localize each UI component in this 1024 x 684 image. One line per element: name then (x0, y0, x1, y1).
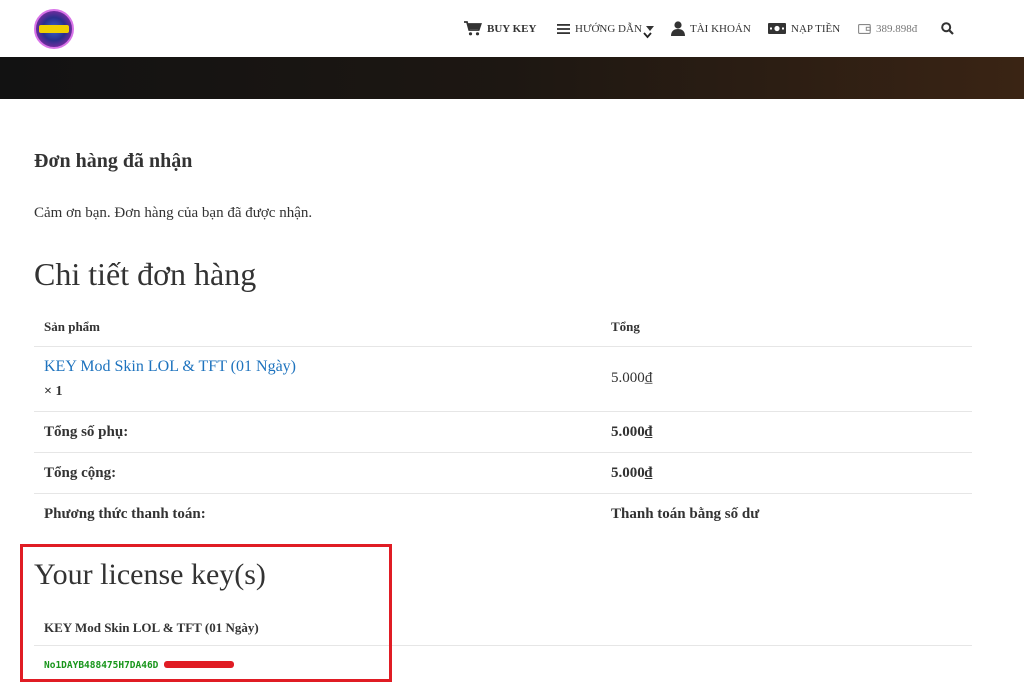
subtotal-row: Tổng số phụ: 5.000₫ (34, 412, 972, 453)
search-icon (941, 22, 954, 35)
order-received-title: Đơn hàng đã nhận (34, 150, 193, 172)
nav-topup[interactable]: NẠP TIỀN (768, 0, 840, 57)
order-details-table: Sản phẩm Tổng KEY Mod Skin LOL & TFT (01… (34, 306, 972, 534)
nav-search[interactable] (941, 0, 954, 57)
cart-icon (464, 21, 482, 36)
nav-topup-label: NẠP TIỀN (791, 22, 841, 35)
payment-method-label: Phương thức thanh toán: (44, 506, 206, 522)
license-highlight-box (20, 544, 392, 682)
payment-method-value: Thanh toán bằng số dư (611, 506, 760, 522)
subtotal-label: Tổng số phụ: (44, 424, 129, 440)
thanks-message: Cảm ơn bạn. Đơn hàng của bạn đã được nhậ… (34, 205, 313, 221)
column-header-total: Tổng (611, 319, 640, 334)
nav-guide-label: HƯỚNG DẪN (575, 22, 642, 35)
user-icon (671, 21, 685, 36)
total-value: 5.000₫ (611, 465, 653, 481)
nav-account[interactable]: TÀI KHOẢN (671, 0, 751, 57)
subtotal-value: 5.000₫ (611, 424, 653, 440)
item-total: 5.000₫ (611, 370, 653, 386)
chevron-down-icon[interactable] (643, 32, 652, 39)
nav-balance[interactable]: 389.898đ (858, 0, 917, 57)
nav-buy-key[interactable]: BUY KEY (464, 0, 536, 57)
total-label: Tổng cộng: (44, 465, 117, 481)
product-quantity: × 1 (44, 384, 63, 399)
wallet-icon (858, 24, 871, 34)
column-header-product: Sản phẩm (44, 319, 100, 334)
money-icon (768, 23, 786, 34)
product-link[interactable]: KEY Mod Skin LOL & TFT (01 Ngày) (44, 358, 296, 376)
payment-method-row: Phương thức thanh toán: Thanh toán bằng … (34, 494, 972, 534)
nav-balance-label: 389.898đ (876, 22, 918, 35)
order-item-row: KEY Mod Skin LOL & TFT (01 Ngày) × 1 5.0… (34, 347, 972, 412)
caret-down-icon (645, 26, 654, 31)
nav-guide[interactable]: HƯỚNG DẪN (557, 0, 654, 57)
menu-icon (557, 23, 570, 34)
order-details-title: Chi tiết đơn hàng (34, 256, 257, 292)
nav-account-label: TÀI KHOẢN (690, 22, 751, 35)
table-header-row: Sản phẩm Tổng (34, 306, 972, 347)
site-logo[interactable] (34, 9, 74, 49)
top-navbar: BUY KEY HƯỚNG DẪN TÀI KHOẢN NẠP TIỀN 389… (0, 0, 1024, 58)
nav-buy-key-label: BUY KEY (487, 22, 537, 35)
total-row: Tổng cộng: 5.000₫ (34, 453, 972, 494)
logo-text-band (39, 25, 69, 33)
header-banner (0, 57, 1024, 99)
